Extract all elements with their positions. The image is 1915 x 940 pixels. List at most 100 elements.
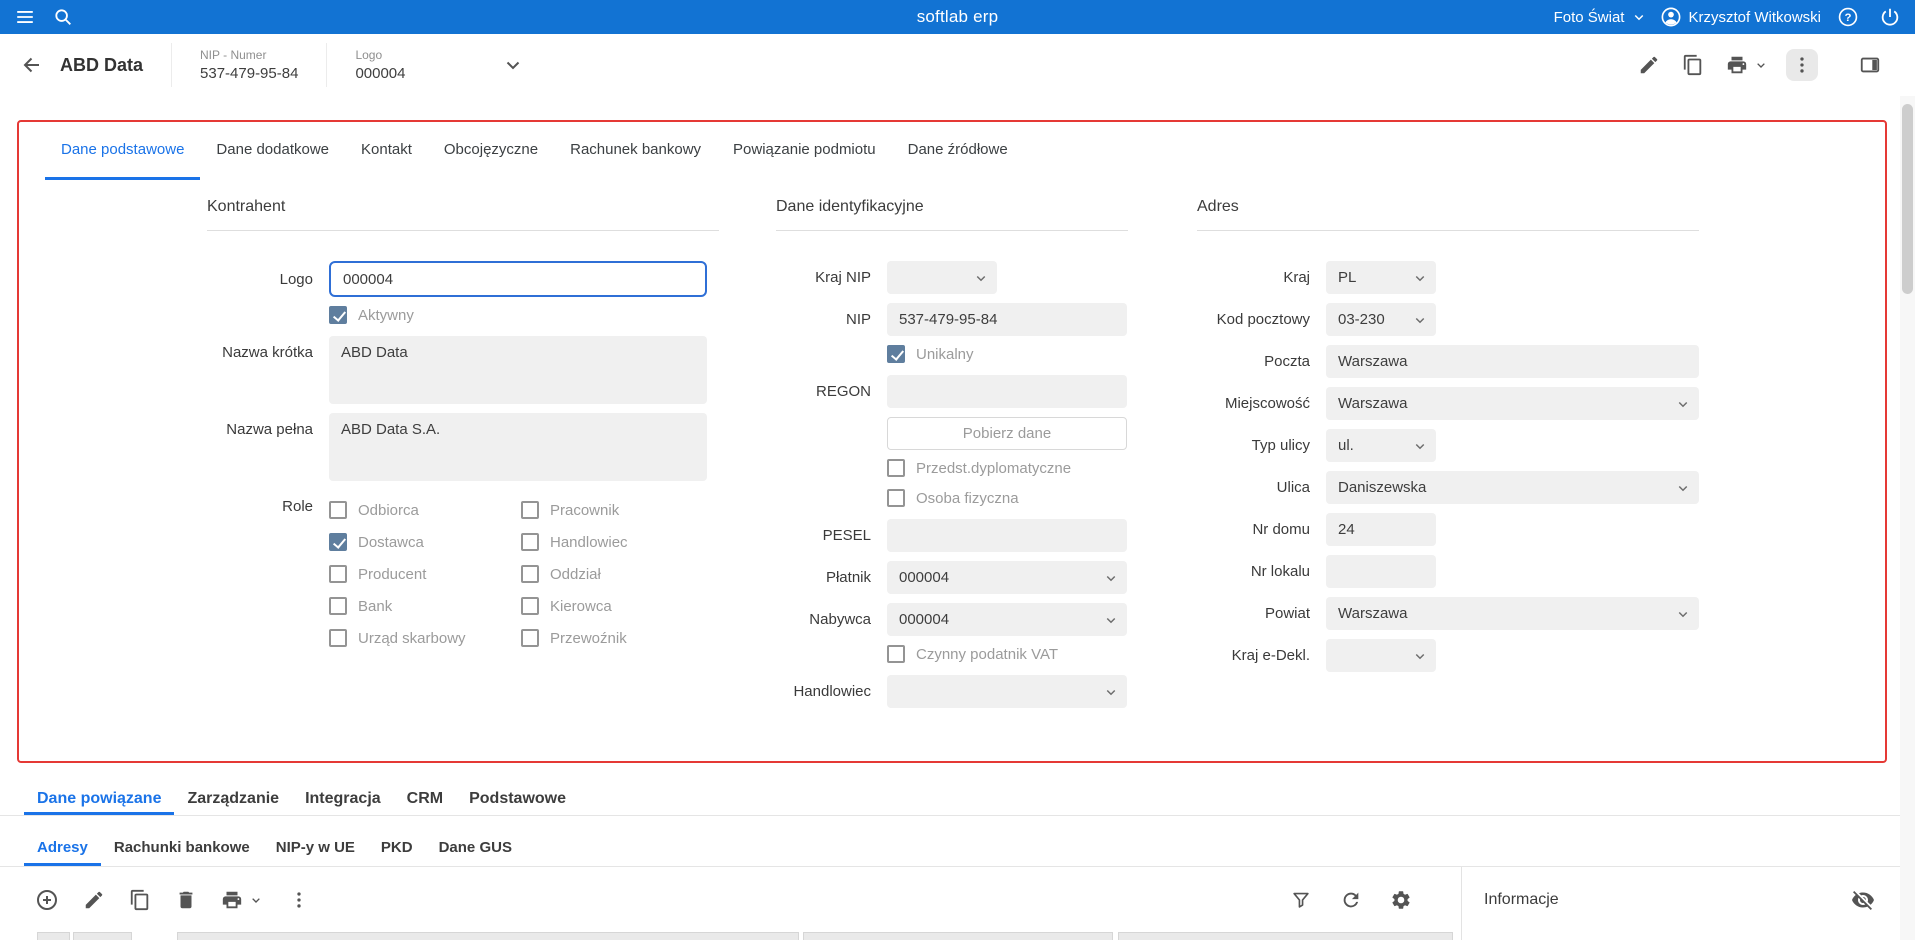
dostawca-checkbox[interactable] xyxy=(329,533,347,551)
urzad-skarbowy-checkbox[interactable] xyxy=(329,629,347,647)
miejscowosc-select[interactable]: Warszawa xyxy=(1326,387,1699,420)
scrollbar-thumb[interactable] xyxy=(1902,104,1913,294)
bank-checkbox[interactable] xyxy=(329,597,347,615)
handlowiec-select[interactable] xyxy=(887,675,1127,708)
kod-pocztowy-select[interactable]: 03-230 xyxy=(1326,303,1436,336)
table-header-cell[interactable] xyxy=(803,932,1113,940)
logo-input[interactable] xyxy=(329,261,707,297)
menu-icon[interactable] xyxy=(10,2,40,32)
producent-checkbox[interactable] xyxy=(329,565,347,583)
print-button[interactable] xyxy=(1721,49,1753,81)
typ-ulicy-value: ul. xyxy=(1338,436,1354,454)
platnik-select[interactable]: 000004 xyxy=(887,561,1127,594)
print-dropdown-button[interactable] xyxy=(1753,52,1774,78)
section-kontrahent: Kontrahent Logo Aktywny Nazwa krótka ABD… xyxy=(207,198,719,663)
header-field-nip: NIP - Numer 537-479-95-84 xyxy=(171,43,326,87)
nazwa-krotka-input[interactable]: ABD Data xyxy=(329,336,707,404)
kraj-select[interactable]: PL xyxy=(1326,261,1436,294)
filter-button[interactable] xyxy=(1285,884,1317,916)
przedst-dyplomatyczne-checkbox[interactable] xyxy=(887,459,905,477)
account-icon xyxy=(1660,6,1682,28)
ulica-select[interactable]: Daniszewska xyxy=(1326,471,1699,504)
add-button[interactable] xyxy=(30,883,64,917)
osoba-fizyczna-checkbox[interactable] xyxy=(887,489,905,507)
list-print-button[interactable] xyxy=(216,884,248,916)
pobierz-dane-button[interactable]: Pobierz dane xyxy=(887,417,1127,450)
table-header-cell[interactable] xyxy=(1118,932,1453,940)
poczta-input[interactable] xyxy=(1326,345,1699,378)
nip-input[interactable] xyxy=(887,303,1127,336)
help-icon[interactable]: ? xyxy=(1833,2,1863,32)
hide-panel-eye-off-icon[interactable] xyxy=(1846,883,1880,917)
tab-dane-powiazane[interactable]: Dane powiązane xyxy=(24,786,175,815)
power-icon[interactable] xyxy=(1875,2,1905,32)
tab-kontakt[interactable]: Kontakt xyxy=(345,122,428,180)
tab-crm[interactable]: CRM xyxy=(394,786,456,815)
related-data-tabs: Dane powiązane Zarządzanie Integracja CR… xyxy=(0,786,1900,816)
regon-input[interactable] xyxy=(887,375,1127,408)
table-header-cell[interactable] xyxy=(73,932,132,940)
kraj-nip-select[interactable] xyxy=(887,261,997,294)
table-header-cell[interactable] xyxy=(177,932,799,940)
copy-button[interactable] xyxy=(1677,49,1709,81)
edit-row-button[interactable] xyxy=(78,884,110,916)
header-field-logo: Logo 000004 xyxy=(326,43,433,87)
expand-header-button[interactable] xyxy=(496,48,530,82)
miejscowosc-label: Miejscowość xyxy=(1224,395,1310,412)
delete-row-button[interactable] xyxy=(170,884,202,916)
tab-obcojezyczne[interactable]: Obcojęzyczne xyxy=(428,122,554,180)
przewoznik-checkbox[interactable] xyxy=(521,629,539,647)
czynny-podatnik-vat-checkbox[interactable] xyxy=(887,645,905,663)
list-print-dropdown-button[interactable] xyxy=(248,887,269,913)
nr-lokalu-input[interactable] xyxy=(1326,555,1436,588)
subtab-adresy[interactable]: Adresy xyxy=(24,831,101,866)
tab-integracja[interactable]: Integracja xyxy=(292,786,394,815)
tab-dane-dodatkowe[interactable]: Dane dodatkowe xyxy=(200,122,345,180)
nazwa-pelna-input[interactable]: ABD Data S.A. xyxy=(329,413,707,481)
subtab-rachunki-bankowe[interactable]: Rachunki bankowe xyxy=(101,831,263,866)
user-name: Krzysztof Witkowski xyxy=(1688,8,1821,26)
list-more-button[interactable] xyxy=(283,884,315,916)
vertical-scrollbar[interactable] xyxy=(1900,96,1915,940)
kod-pocztowy-label: Kod pocztowy xyxy=(1216,311,1310,328)
nabywca-select[interactable]: 000004 xyxy=(887,603,1127,636)
edit-button[interactable] xyxy=(1633,49,1665,81)
handlowiec-checkbox[interactable] xyxy=(521,533,539,551)
back-button[interactable] xyxy=(14,48,48,82)
subtab-nipy-w-ue[interactable]: NIP-y w UE xyxy=(263,831,368,866)
tab-rachunek-bankowy[interactable]: Rachunek bankowy xyxy=(554,122,717,180)
odbiorca-checkbox[interactable] xyxy=(329,501,347,519)
nip-header-value: 537-479-95-84 xyxy=(200,65,299,82)
aktywny-checkbox[interactable] xyxy=(329,306,347,324)
refresh-button[interactable] xyxy=(1335,884,1367,916)
record-toolbar: ABD Data NIP - Numer 537-479-95-84 Logo … xyxy=(0,34,1900,96)
tab-dane-zrodlowe[interactable]: Dane źródłowe xyxy=(892,122,1024,180)
section-title: Kontrahent xyxy=(207,198,719,231)
subtab-dane-gus[interactable]: Dane GUS xyxy=(426,831,525,866)
tab-dane-podstawowe[interactable]: Dane podstawowe xyxy=(45,122,201,180)
table-header-cell[interactable] xyxy=(37,932,70,940)
pracownik-checkbox[interactable] xyxy=(521,501,539,519)
tab-podstawowe[interactable]: Podstawowe xyxy=(456,786,579,815)
nr-domu-label: Nr domu xyxy=(1252,521,1310,538)
nr-domu-input[interactable] xyxy=(1326,513,1436,546)
powiat-label: Powiat xyxy=(1264,605,1310,622)
platnik-value: 000004 xyxy=(899,568,950,586)
unikalny-checkbox[interactable] xyxy=(887,345,905,363)
company-selector[interactable]: Foto Świat xyxy=(1554,8,1649,26)
typ-ulicy-select[interactable]: ul. xyxy=(1326,429,1436,462)
kraj-edekl-select[interactable] xyxy=(1326,639,1436,672)
search-icon[interactable] xyxy=(48,2,78,32)
side-panel-toggle-button[interactable] xyxy=(1854,49,1886,81)
kierowca-checkbox[interactable] xyxy=(521,597,539,615)
copy-row-button[interactable] xyxy=(124,884,156,916)
tab-zarzadzanie[interactable]: Zarządzanie xyxy=(174,786,292,815)
user-menu[interactable]: Krzysztof Witkowski xyxy=(1660,6,1821,28)
pesel-input[interactable] xyxy=(887,519,1127,552)
powiat-select[interactable]: Warszawa xyxy=(1326,597,1699,630)
oddzial-checkbox[interactable] xyxy=(521,565,539,583)
more-actions-button[interactable] xyxy=(1786,49,1818,81)
settings-button[interactable] xyxy=(1385,884,1417,916)
tab-powiazanie-podmiotu[interactable]: Powiązanie podmiotu xyxy=(717,122,892,180)
subtab-pkd[interactable]: PKD xyxy=(368,831,426,866)
